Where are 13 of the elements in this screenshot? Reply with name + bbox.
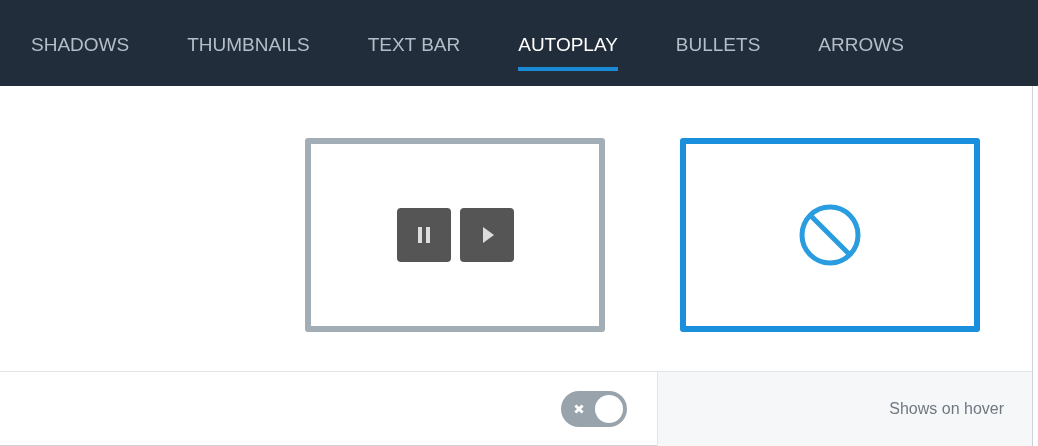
toggle-switch[interactable] [561,391,627,427]
hint-text: Shows on hover [889,400,1004,418]
option-card[interactable] [680,138,980,332]
pause-icon [396,208,451,262]
option-card[interactable] [305,138,605,332]
tab[interactable]: SHADOWS [31,23,130,71]
tab[interactable]: THUMBNAILS [187,23,310,71]
tab[interactable]: AUTOPLAY [518,23,618,71]
prohibited-icon [798,203,862,267]
tab[interactable]: BULLETS [675,23,761,71]
tab[interactable]: ARROWS [818,23,904,71]
tab[interactable]: TEXT BAR [367,23,461,71]
play-icon [459,208,514,262]
